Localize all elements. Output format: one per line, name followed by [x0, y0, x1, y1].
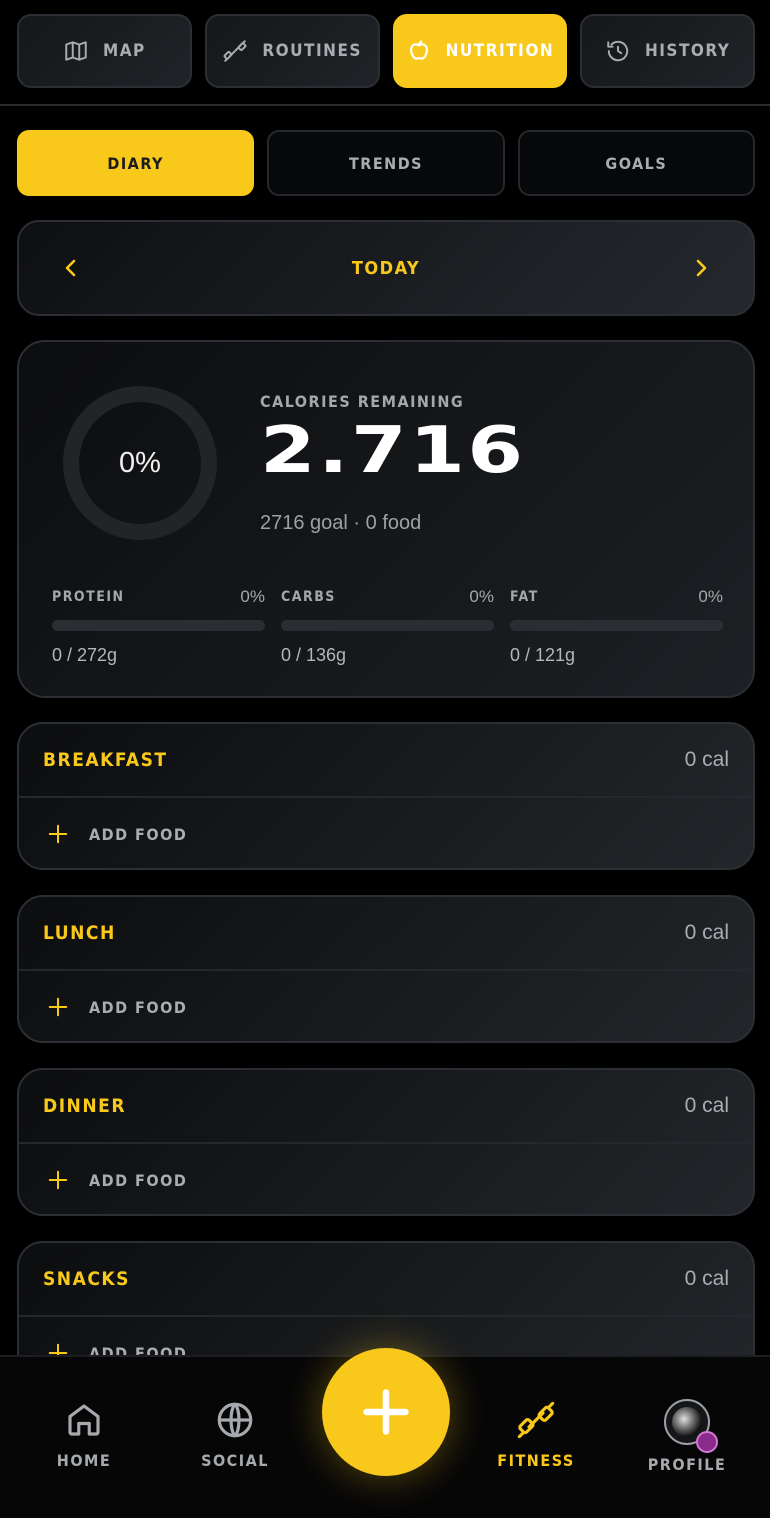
tab-goals[interactable]: GOALS — [517, 130, 755, 196]
meal-calories: 0 cal — [684, 1267, 729, 1290]
macro-percent: 0% — [698, 587, 723, 606]
macro-percent: 0% — [469, 587, 494, 606]
tab-trends[interactable]: TRENDS — [267, 130, 505, 196]
nav-profile-label: PROFILE — [647, 1455, 727, 1474]
header-divider — [0, 104, 770, 106]
plus-icon — [48, 997, 68, 1017]
nav-fitness-label: FITNESS — [497, 1451, 575, 1470]
meal-card-lunch: LUNCH 0 cal ADD FOOD — [17, 895, 755, 1043]
map-icon — [65, 41, 87, 61]
apple-icon — [409, 40, 428, 60]
meal-name: DINNER — [43, 1095, 127, 1117]
macro-name: PROTEIN — [52, 589, 125, 605]
add-food-button[interactable]: ADD FOOD — [19, 971, 753, 1041]
plus-icon — [48, 824, 68, 844]
date-label: TODAY — [351, 257, 421, 279]
tab-map[interactable]: MAP — [17, 14, 192, 88]
macro-name: FAT — [510, 589, 539, 605]
avatar-image — [672, 1407, 702, 1437]
tab-diary[interactable]: DIARY — [17, 130, 255, 196]
tab-nutrition[interactable]: NUTRITION — [392, 14, 568, 88]
macro-progress-bar — [52, 620, 265, 631]
calorie-ring-percent: 0% — [119, 446, 161, 479]
add-food-label: ADD FOOD — [89, 1170, 188, 1190]
plus-icon — [48, 1170, 68, 1190]
calorie-progress-ring: 0% — [63, 386, 217, 540]
macro-progress-bar — [281, 620, 494, 631]
macro-amount: 0 / 121g — [510, 645, 576, 665]
date-navigator: TODAY — [17, 220, 755, 316]
tab-routines-label: ROUTINES — [262, 41, 362, 61]
add-food-button[interactable]: ADD FOOD — [19, 798, 753, 868]
nav-home-label: HOME — [56, 1451, 112, 1470]
macro-fat: FAT 0% 0 / 121g — [510, 586, 723, 666]
meal-card-breakfast: BREAKFAST 0 cal ADD FOOD — [17, 722, 755, 870]
avatar — [664, 1399, 718, 1453]
add-food-button[interactable]: ADD FOOD — [19, 1144, 753, 1214]
meal-name: LUNCH — [43, 922, 116, 944]
macro-amount: 0 / 136g — [281, 645, 347, 665]
macro-name: CARBS — [281, 589, 336, 605]
add-food-label: ADD FOOD — [89, 824, 188, 844]
macro-protein: PROTEIN 0% 0 / 272g — [52, 586, 265, 666]
macro-percent: 0% — [240, 587, 265, 606]
calories-remaining-value: 2.716 — [260, 414, 526, 488]
meal-calories: 0 cal — [684, 748, 729, 771]
nav-social-label: SOCIAL — [201, 1451, 269, 1470]
home-icon — [68, 1404, 100, 1436]
tab-routines[interactable]: ROUTINES — [204, 14, 380, 88]
tab-history-label: HISTORY — [644, 41, 731, 61]
meal-card-dinner: DINNER 0 cal ADD FOOD — [17, 1068, 755, 1216]
tab-history[interactable]: HISTORY — [580, 14, 755, 88]
dumbbell-icon — [223, 40, 247, 62]
plus-icon — [363, 1389, 409, 1435]
top-tab-bar: MAP ROUTINES NUTRITION HISTORY — [17, 14, 755, 88]
tab-map-label: MAP — [102, 41, 146, 61]
meal-name: SNACKS — [43, 1268, 130, 1290]
meal-calories: 0 cal — [684, 921, 729, 944]
badge-icon — [696, 1431, 718, 1453]
meal-name: BREAKFAST — [43, 749, 168, 771]
nav-profile[interactable]: PROFILE — [627, 1399, 747, 1474]
macro-carbs: CARBS 0% 0 / 136g — [281, 586, 494, 666]
globe-icon — [217, 1402, 253, 1438]
macro-progress-bar — [510, 620, 723, 631]
tab-nutrition-label: NUTRITION — [445, 41, 555, 61]
macro-amount: 0 / 272g — [52, 645, 118, 665]
nav-social[interactable]: SOCIAL — [175, 1399, 295, 1470]
chevron-left-icon[interactable] — [59, 256, 83, 280]
chevron-right-icon[interactable] — [689, 256, 713, 280]
nav-home[interactable]: HOME — [24, 1399, 144, 1470]
nav-fitness[interactable]: FITNESS — [476, 1399, 596, 1470]
calories-subtitle: 2716 goal · 0 food — [260, 512, 422, 534]
calories-remaining-label: CALORIES REMAINING — [260, 392, 465, 411]
dumbbell-icon — [517, 1401, 555, 1439]
sub-tab-bar: DIARY TRENDS GOALS — [17, 130, 755, 196]
macro-breakdown: PROTEIN 0% 0 / 272g CARBS 0% 0 / 136g FA… — [52, 586, 723, 666]
calories-summary-card: 0% CALORIES REMAINING 2.716 2716 goal · … — [17, 340, 755, 698]
add-button[interactable] — [322, 1348, 450, 1476]
history-icon — [607, 40, 629, 62]
meal-calories: 0 cal — [684, 1094, 729, 1117]
add-food-label: ADD FOOD — [89, 997, 188, 1017]
